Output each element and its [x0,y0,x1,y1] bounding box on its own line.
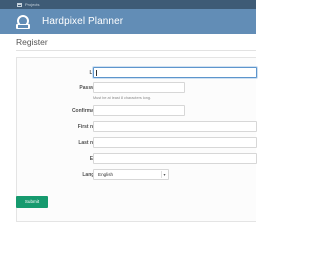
title-divider [16,50,256,51]
language-select-value: English [98,172,114,177]
top-menu: Projects [0,0,256,9]
page-title: Register [16,37,48,47]
confirmation-input[interactable] [93,105,185,116]
app-logo[interactable] [16,14,30,30]
password-hint: Must be at least 8 characters long. [93,96,152,100]
home-icon[interactable] [17,2,22,7]
last-name-input[interactable] [93,137,257,148]
text-caret [96,70,97,76]
chevron-down-icon[interactable]: ▾ [161,171,167,178]
language-select[interactable]: English ▾ [93,169,169,180]
first-name-input[interactable] [93,121,257,132]
projects-link[interactable]: Projects [25,0,39,9]
email-input[interactable] [93,153,257,164]
submit-button[interactable]: Submit [16,196,48,208]
registration-form: Login* Password* Must be at least 8 char… [16,57,257,222]
login-input[interactable] [93,67,257,78]
app-title[interactable]: Hardpixel Planner [42,16,123,27]
main-content: Register Login* Password* Must be at lea… [0,34,257,256]
password-input[interactable] [93,82,185,93]
app-header: Hardpixel Planner [0,9,256,34]
